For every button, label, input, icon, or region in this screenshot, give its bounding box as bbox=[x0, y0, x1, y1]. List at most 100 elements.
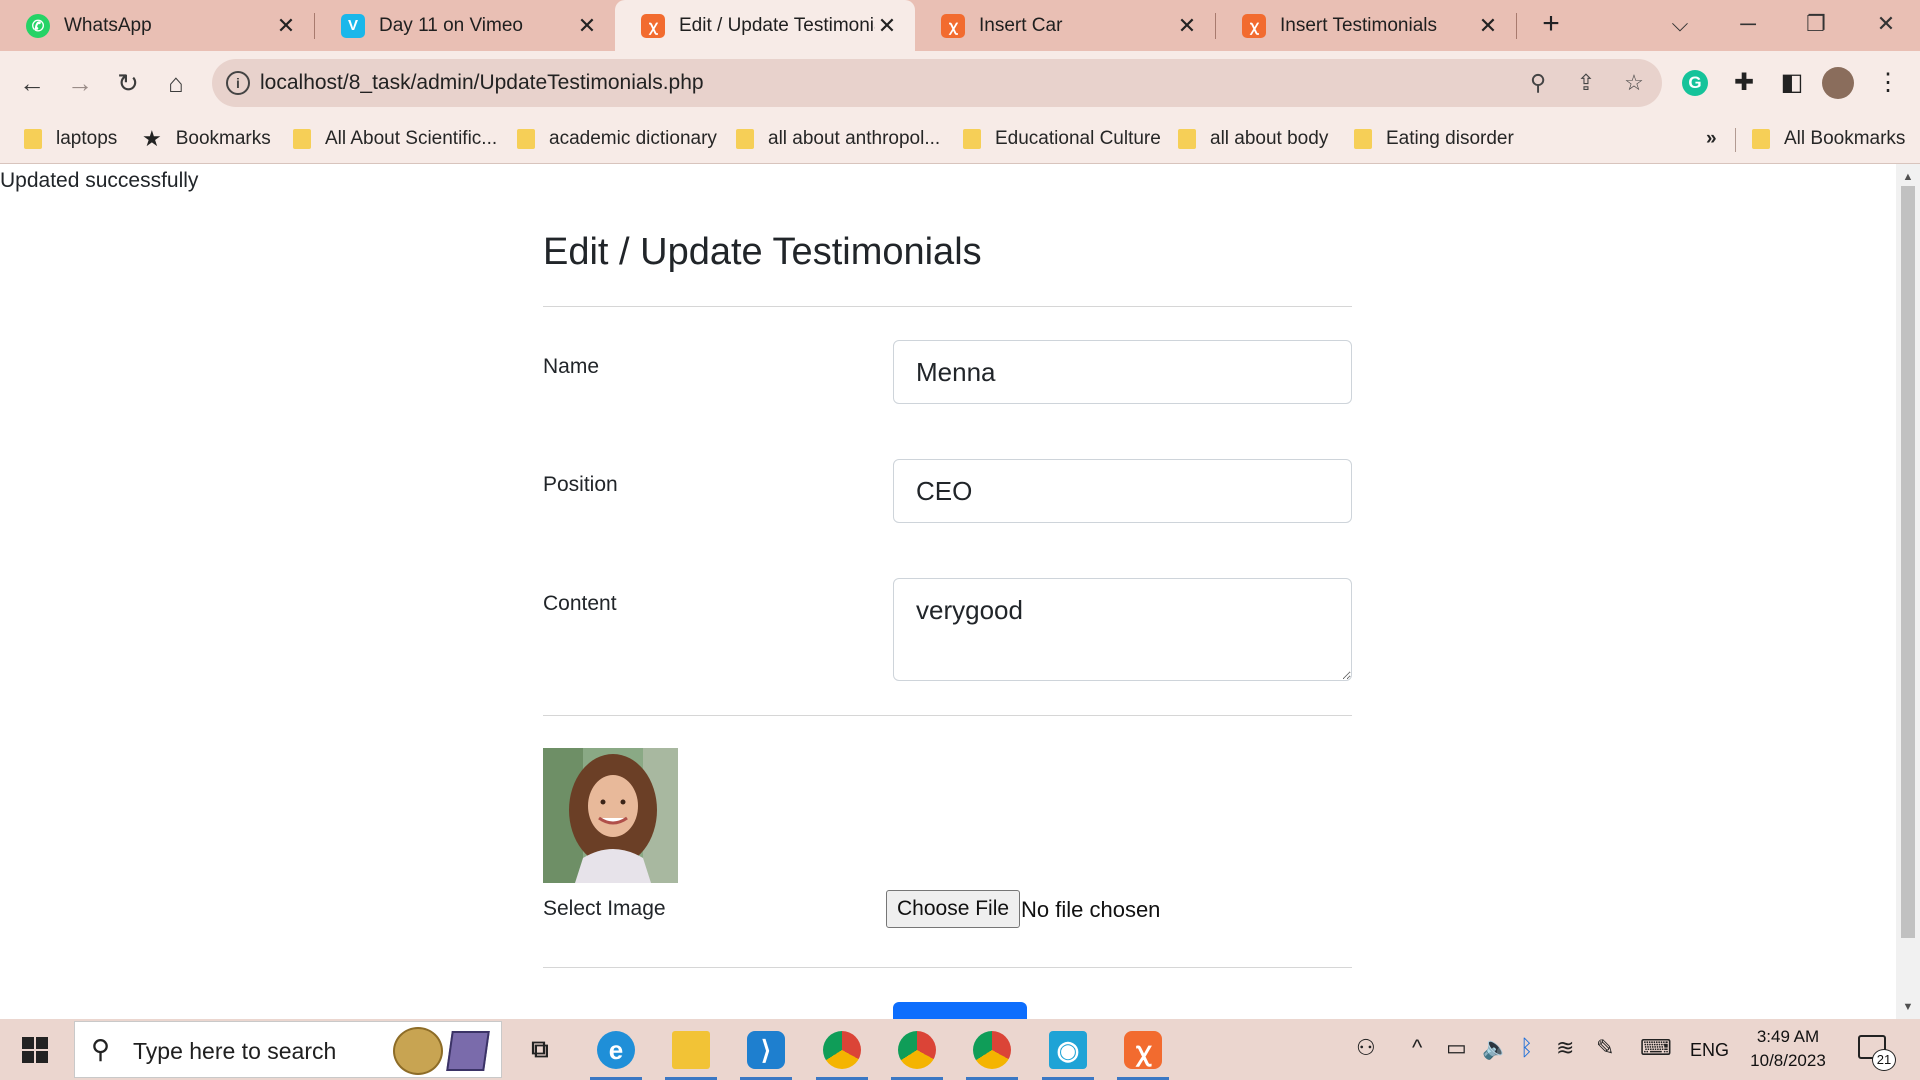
url-text[interactable]: localhost/8_task/admin/UpdateTestimonial… bbox=[260, 71, 704, 95]
tab-insert-testimonials[interactable]: ꭓ Insert Testimonials ✕ bbox=[1216, 0, 1516, 51]
close-icon[interactable]: ✕ bbox=[274, 13, 298, 39]
close-icon[interactable]: ✕ bbox=[575, 13, 599, 39]
bookmark-educational-culture[interactable]: Educational Culture bbox=[963, 125, 1161, 153]
close-icon[interactable]: ✕ bbox=[1175, 13, 1199, 39]
page-scrollbar[interactable]: ▲ ▼ bbox=[1896, 164, 1920, 1019]
tab-insert-car[interactable]: ꭓ Insert Car ✕ bbox=[915, 0, 1215, 51]
page-title: Edit / Update Testimonials bbox=[543, 231, 982, 273]
position-input[interactable] bbox=[893, 459, 1352, 523]
back-button[interactable]: ← bbox=[12, 63, 52, 103]
nobel-medal-icon bbox=[393, 1027, 443, 1075]
home-button[interactable]: ⌂ bbox=[156, 63, 196, 103]
submit-button[interactable] bbox=[893, 1002, 1027, 1019]
folder-icon bbox=[1178, 129, 1196, 149]
taskbar-search[interactable]: ⚲ Type here to search bbox=[74, 1021, 502, 1078]
pen-icon[interactable]: ✎ bbox=[1596, 1035, 1614, 1061]
name-input[interactable] bbox=[893, 340, 1352, 404]
medal-box-icon bbox=[446, 1031, 490, 1071]
people-icon[interactable]: ⚇ bbox=[1356, 1035, 1376, 1061]
bookmark-bookmarks[interactable]: ★ Bookmarks bbox=[142, 125, 271, 153]
clock[interactable]: 3:49 AM 10/8/2023 bbox=[1738, 1025, 1838, 1073]
bookmark-label: Educational Culture bbox=[995, 128, 1161, 149]
chrome-icon[interactable] bbox=[966, 1028, 1018, 1080]
bookmarks-divider bbox=[1735, 128, 1736, 152]
menu-icon[interactable]: ⋮ bbox=[1868, 63, 1908, 103]
wifi-icon[interactable]: ≋ bbox=[1556, 1035, 1574, 1061]
close-icon[interactable]: ✕ bbox=[875, 13, 899, 39]
minimize-button[interactable]: ─ bbox=[1728, 4, 1768, 44]
bookmark-label: laptops bbox=[56, 128, 118, 149]
tab-edit-update-testimonials[interactable]: ꭓ Edit / Update Testimonials ✕ bbox=[615, 0, 915, 51]
file-status-text: No file chosen bbox=[1021, 897, 1161, 922]
bluetooth-icon[interactable]: ᛒ bbox=[1520, 1035, 1533, 1061]
bookmark-star-icon[interactable]: ☆ bbox=[1620, 69, 1648, 97]
vscode-icon[interactable]: ⟩ bbox=[740, 1028, 792, 1080]
tab-title: Edit / Update Testimonials bbox=[679, 14, 875, 36]
new-tab-button[interactable]: + bbox=[1534, 8, 1568, 42]
xampp-icon: ꭓ bbox=[641, 13, 665, 38]
language-indicator[interactable]: ENG bbox=[1690, 1040, 1729, 1061]
scroll-up-icon[interactable]: ▲ bbox=[1900, 170, 1916, 184]
xampp-icon: ꭓ bbox=[1242, 13, 1266, 38]
tab-title: Day 11 on Vimeo bbox=[379, 14, 523, 36]
bookmark-laptops[interactable]: laptops bbox=[24, 125, 117, 153]
avatar[interactable] bbox=[1822, 67, 1854, 99]
bookmark-all-about-body[interactable]: all about body bbox=[1178, 125, 1328, 153]
bookmarks-overflow-button[interactable]: » bbox=[1706, 125, 1717, 153]
close-window-button[interactable]: ✕ bbox=[1866, 4, 1906, 44]
close-icon[interactable]: ✕ bbox=[1476, 13, 1500, 39]
forward-button[interactable]: → bbox=[60, 63, 100, 103]
scroll-down-icon[interactable]: ▼ bbox=[1900, 1000, 1916, 1014]
tab-vimeo[interactable]: V Day 11 on Vimeo ✕ bbox=[315, 0, 615, 51]
battery-icon[interactable]: ▭ bbox=[1446, 1035, 1467, 1061]
chevron-up-icon[interactable]: ^ bbox=[1412, 1035, 1422, 1061]
chrome-icon[interactable] bbox=[891, 1028, 943, 1080]
tab-divider bbox=[1516, 13, 1517, 39]
keyboard-icon[interactable]: ⌨ bbox=[1640, 1035, 1672, 1061]
reload-button[interactable]: ↻ bbox=[108, 63, 148, 103]
extensions-icon[interactable]: ✚ bbox=[1724, 63, 1764, 103]
scroll-thumb[interactable] bbox=[1901, 186, 1915, 938]
address-bar[interactable]: i localhost/8_task/admin/UpdateTestimoni… bbox=[212, 59, 1662, 107]
tab-title: Insert Car bbox=[979, 14, 1063, 36]
windows-start-icon[interactable] bbox=[22, 1037, 48, 1063]
share-icon[interactable]: ⇪ bbox=[1572, 69, 1600, 97]
file-explorer-icon[interactable] bbox=[665, 1028, 717, 1080]
task-view-icon[interactable]: ⧉ bbox=[518, 1028, 562, 1072]
xampp-icon: ꭓ bbox=[941, 13, 965, 38]
select-image-label: Select Image bbox=[543, 897, 666, 920]
chrome-icon[interactable] bbox=[816, 1028, 868, 1080]
bookmark-label: All About Scientific... bbox=[325, 128, 498, 149]
content-textarea[interactable]: verygood bbox=[893, 578, 1352, 681]
site-info-icon[interactable]: i bbox=[226, 71, 250, 95]
tab-search-icon[interactable]: ⌵ bbox=[1660, 4, 1700, 44]
volume-icon[interactable]: 🔈 bbox=[1482, 1035, 1509, 1061]
tab-title: WhatsApp bbox=[64, 14, 152, 36]
folder-icon bbox=[24, 129, 42, 149]
bookmark-eating-disorder[interactable]: Eating disorder bbox=[1354, 125, 1514, 153]
xampp-icon[interactable]: ꭓ bbox=[1117, 1028, 1169, 1080]
folder-icon bbox=[1752, 129, 1770, 149]
browser-app-icon[interactable]: ◉ bbox=[1042, 1028, 1094, 1080]
bookmark-all-about-anthropology[interactable]: all about anthropol... bbox=[736, 125, 940, 153]
bookmark-all-about-scientific[interactable]: All About Scientific... bbox=[293, 125, 497, 153]
bookmark-academic-dictionary[interactable]: academic dictionary bbox=[517, 125, 717, 153]
search-icon: ⚲ bbox=[91, 1034, 111, 1064]
divider bbox=[543, 715, 1352, 716]
grammarly-icon[interactable]: G bbox=[1682, 70, 1708, 96]
bookmark-label: All Bookmarks bbox=[1784, 128, 1906, 149]
tab-whatsapp[interactable]: ✆ WhatsApp ✕ bbox=[0, 0, 314, 51]
side-panel-icon[interactable]: ◧ bbox=[1772, 63, 1812, 103]
divider bbox=[543, 306, 1352, 307]
zoom-icon[interactable]: ⚲ bbox=[1524, 69, 1552, 97]
choose-file-button[interactable]: Choose File bbox=[886, 890, 1021, 928]
star-icon: ★ bbox=[142, 126, 162, 151]
bookmark-label: academic dictionary bbox=[549, 128, 717, 149]
edge-icon[interactable]: e bbox=[590, 1028, 642, 1080]
all-bookmarks-button[interactable]: All Bookmarks bbox=[1752, 125, 1905, 153]
time-text: 3:49 AM bbox=[1756, 1027, 1820, 1046]
restore-button[interactable]: ❐ bbox=[1796, 4, 1836, 44]
person-photo-image bbox=[543, 748, 678, 883]
folder-icon bbox=[517, 129, 535, 149]
bookmark-label: all about body bbox=[1210, 128, 1329, 149]
